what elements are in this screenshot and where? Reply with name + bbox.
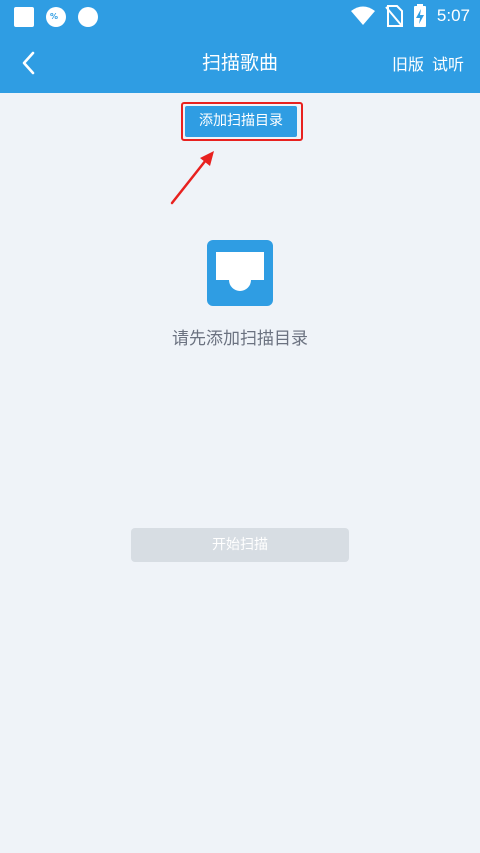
battery-charging-icon <box>413 4 426 27</box>
empty-state-message: 请先添加扫描目录 <box>172 329 308 349</box>
red-arrow-annotation <box>170 151 214 205</box>
system-icons: 5:07 <box>350 4 470 28</box>
percent-badge-icon: % <box>46 7 66 27</box>
status-bar: % 5:07 <box>0 0 480 33</box>
square-notification-icon <box>14 7 34 27</box>
trial-listen-button[interactable]: 试听 <box>432 51 464 75</box>
no-sim-icon <box>385 5 403 27</box>
empty-inbox-icon <box>207 240 273 306</box>
add-scan-directory-button[interactable]: 添加扫描目录 <box>185 106 297 137</box>
status-time: 5:07 <box>436 6 470 25</box>
start-scan-button[interactable]: 开始扫描 <box>131 528 349 562</box>
circle-notification-icon <box>78 7 98 27</box>
chevron-left-icon <box>22 51 35 75</box>
old-version-button[interactable]: 旧版 <box>392 51 424 75</box>
notification-icons: % <box>14 6 98 28</box>
app-bar-actions: 旧版 试听 <box>392 33 464 93</box>
app-bar: 扫描歌曲 旧版 试听 <box>0 33 480 93</box>
back-button[interactable] <box>12 47 44 79</box>
wifi-icon <box>350 6 375 25</box>
